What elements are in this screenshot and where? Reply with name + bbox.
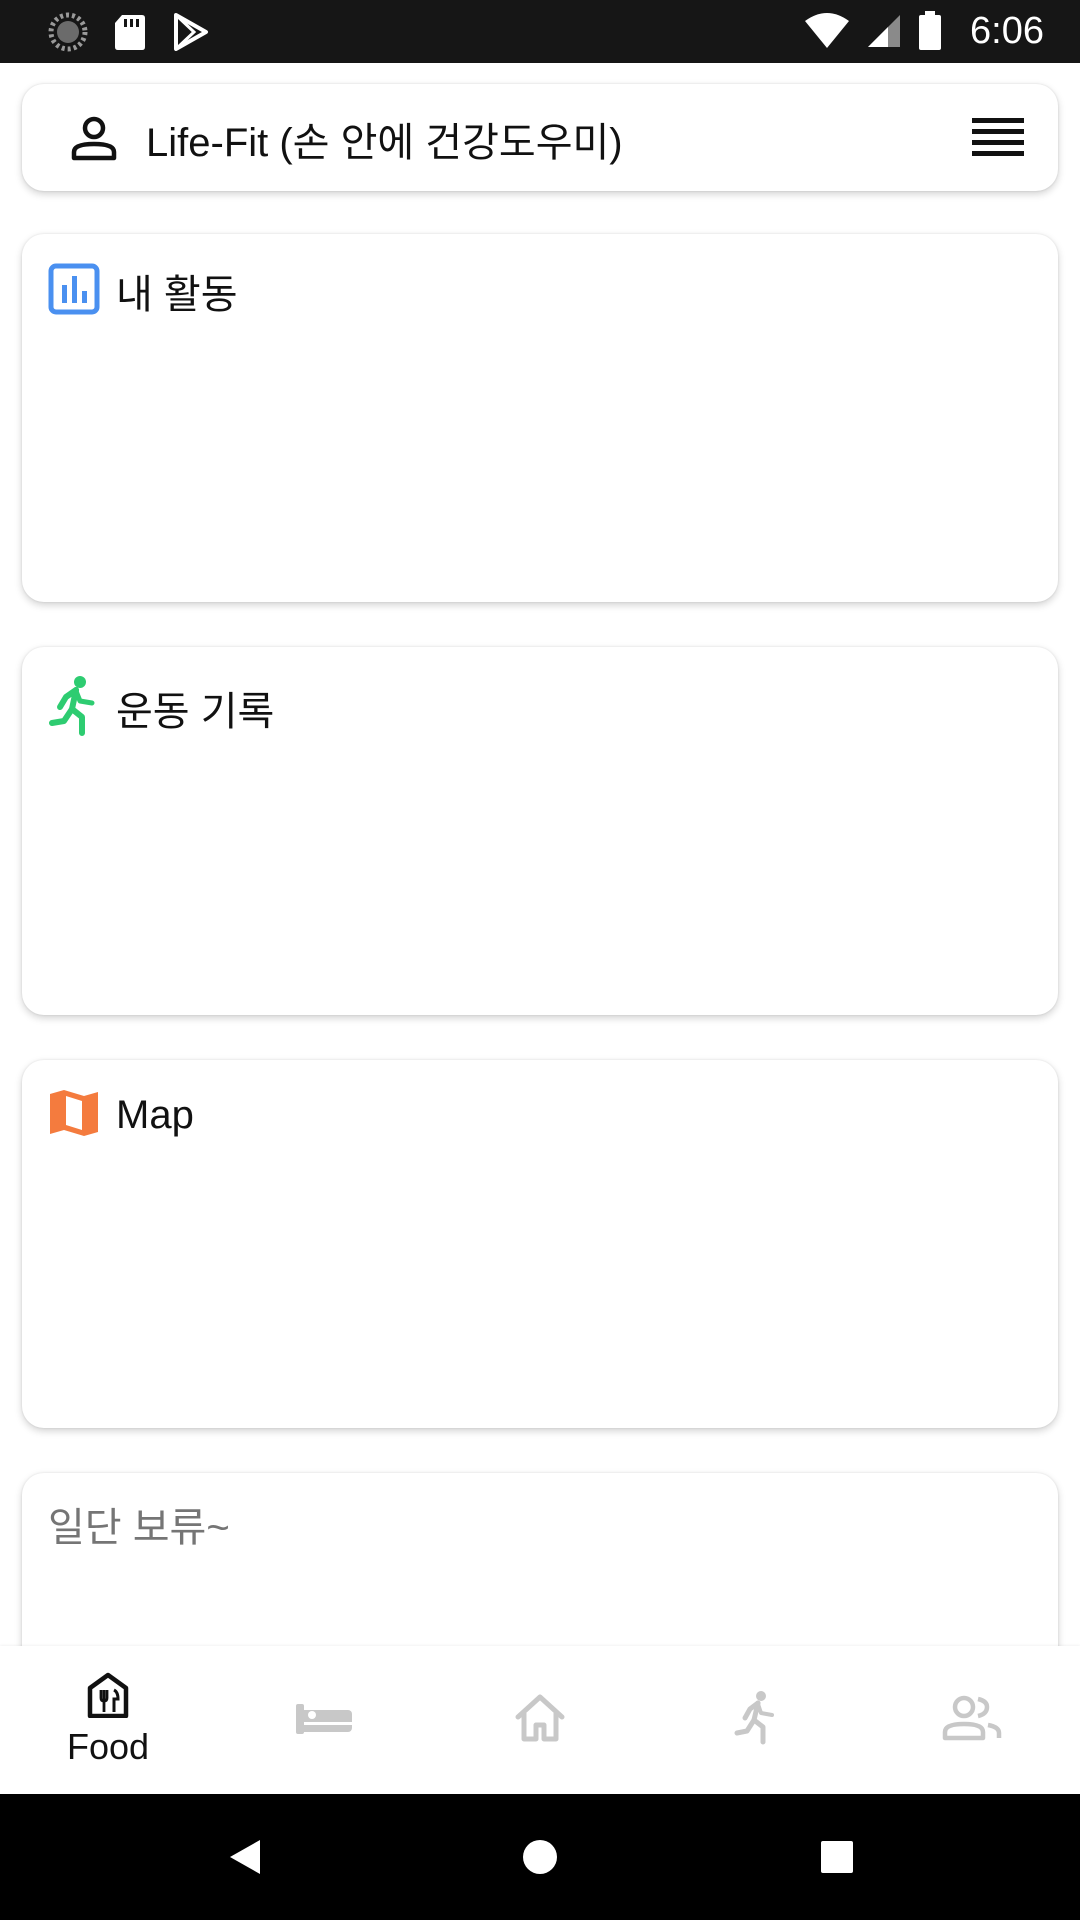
status-bar: 6:06 xyxy=(0,0,1080,63)
sync-icon xyxy=(48,12,88,52)
status-time: 6:06 xyxy=(970,9,1044,52)
signal-icon xyxy=(866,13,902,49)
home-circle-icon[interactable] xyxy=(505,1794,575,1920)
nav-item-food[interactable]: Food xyxy=(5,1646,211,1794)
app-header: Life-Fit (손 안에 건강도우미) xyxy=(22,84,1058,191)
nav-item-home[interactable] xyxy=(437,1646,643,1794)
home-icon xyxy=(514,1693,566,1747)
sd-card-icon xyxy=(114,13,146,51)
map-card[interactable]: Map xyxy=(22,1060,1058,1428)
activity-card[interactable]: 내 활동 xyxy=(22,234,1058,602)
pending-card-title: 일단 보류~ xyxy=(48,1506,230,1550)
activity-card-title: 내 활동 xyxy=(116,273,238,317)
recents-icon[interactable] xyxy=(802,1794,872,1920)
nav-item-exercise[interactable] xyxy=(653,1646,859,1794)
bar-chart-icon xyxy=(48,263,100,319)
app-title: Life-Fit (손 안에 건강도우미) xyxy=(146,121,623,165)
running-icon xyxy=(48,675,100,741)
map-icon xyxy=(48,1088,100,1142)
exercise-card-title: 운동 기록 xyxy=(116,690,275,734)
wifi-icon xyxy=(804,13,850,49)
play-store-icon xyxy=(172,13,210,51)
people-icon xyxy=(942,1695,1002,1745)
back-icon[interactable] xyxy=(210,1794,280,1920)
nav-item-sleep[interactable] xyxy=(221,1646,427,1794)
menu-icon[interactable] xyxy=(972,116,1024,162)
system-navigation-bar xyxy=(0,1794,1080,1920)
exercise-record-card[interactable]: 운동 기록 xyxy=(22,647,1058,1015)
map-card-title: Map xyxy=(116,1092,194,1137)
user-icon[interactable] xyxy=(70,114,118,166)
bed-icon xyxy=(294,1700,354,1740)
bottom-navigation: Food xyxy=(0,1646,1080,1794)
battery-icon xyxy=(918,11,942,51)
nav-label-food: Food xyxy=(66,1726,150,1767)
food-icon xyxy=(86,1672,130,1722)
nav-item-community[interactable] xyxy=(869,1646,1075,1794)
running-icon xyxy=(734,1690,778,1750)
